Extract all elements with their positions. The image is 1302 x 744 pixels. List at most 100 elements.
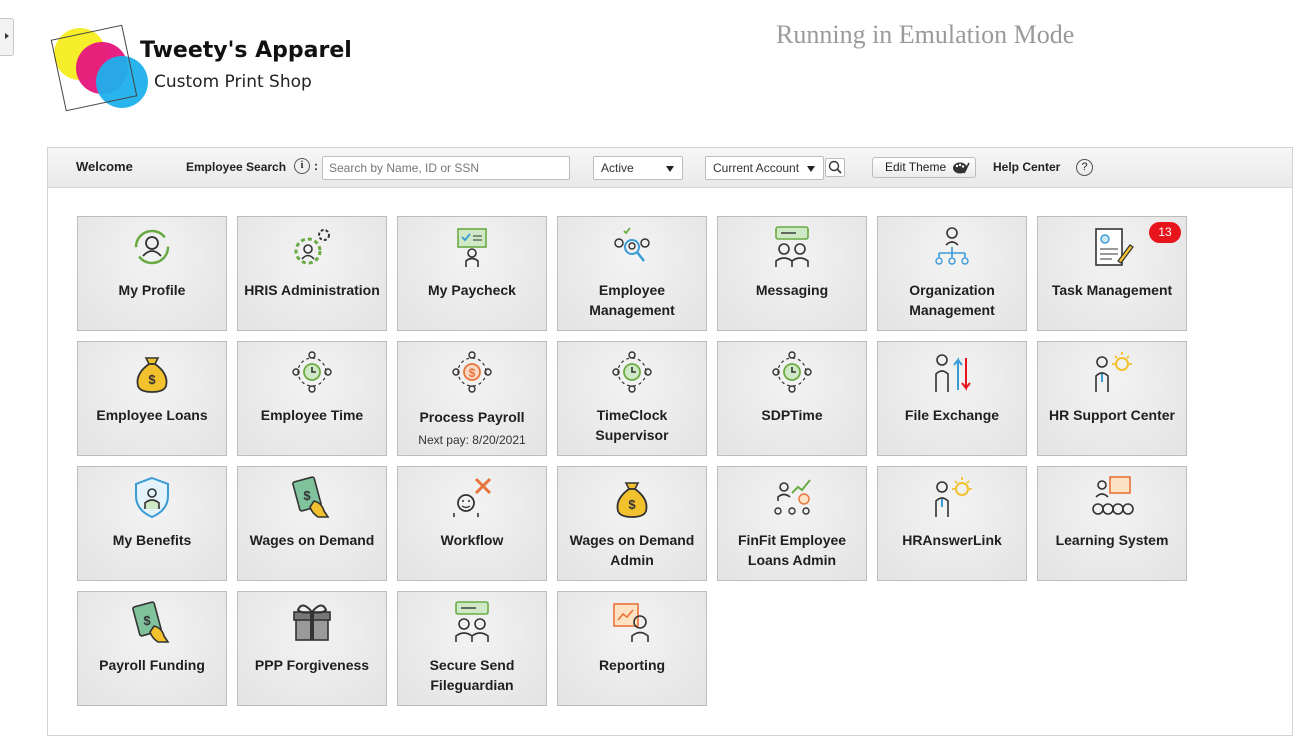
tile-secure-send-fileguardian[interactable]: Secure Send Fileguardian bbox=[397, 591, 547, 706]
tile-hr-support-center[interactable]: HR Support Center bbox=[1037, 341, 1187, 456]
cash-hand-icon: $ bbox=[292, 476, 330, 518]
tile-label: Task Management bbox=[1051, 282, 1173, 298]
presentation-icon bbox=[1092, 476, 1134, 515]
tile-reporting[interactable]: Reporting bbox=[557, 591, 707, 706]
shield-person-icon bbox=[135, 476, 169, 519]
tile-label: Secure Send Fileguardian bbox=[429, 657, 515, 693]
tile-label: My Profile bbox=[118, 282, 186, 298]
status-select[interactable]: Active bbox=[593, 156, 683, 180]
money-bag-icon: $ bbox=[616, 482, 648, 518]
palette-icon bbox=[953, 162, 970, 174]
help-center-link[interactable]: Help Center bbox=[993, 160, 1060, 174]
tile-my-benefits[interactable]: My Benefits bbox=[77, 466, 227, 581]
svg-text:$: $ bbox=[148, 372, 156, 387]
tile-label: SDPTime bbox=[761, 407, 823, 423]
employee-search-input[interactable] bbox=[322, 156, 570, 180]
sidebar-toggle-button[interactable] bbox=[0, 18, 14, 56]
org-chart-icon bbox=[935, 227, 969, 265]
tile-label: Wages on Demand bbox=[249, 532, 375, 548]
tile-label: HRAnswerLink bbox=[902, 532, 1002, 548]
tile-hranswerlink[interactable]: HRAnswerLink bbox=[877, 466, 1027, 581]
help-icon[interactable]: ? bbox=[1076, 159, 1093, 176]
tile-payroll-funding[interactable]: $ Payroll Funding bbox=[77, 591, 227, 706]
tile-file-exchange[interactable]: File Exchange bbox=[877, 341, 1027, 456]
tile-hris-administration[interactable]: HRIS Administration bbox=[237, 216, 387, 331]
tile-label: Employee Management bbox=[589, 282, 675, 318]
brand-title: Tweety's Apparel bbox=[140, 38, 352, 63]
tile-learning-system[interactable]: Learning System bbox=[1037, 466, 1187, 581]
idea-person-icon bbox=[1095, 352, 1132, 392]
tile-employee-management[interactable]: Employee Management bbox=[557, 216, 707, 331]
paycheck-icon bbox=[457, 228, 487, 267]
tile-ppp-forgiveness[interactable]: PPP Forgiveness bbox=[237, 591, 387, 706]
welcome-link[interactable]: Welcome bbox=[76, 159, 133, 174]
employee-search-label: Employee Search bbox=[186, 160, 287, 174]
workflow-tools-icon bbox=[453, 477, 492, 517]
tile-label: TimeClock Supervisor bbox=[595, 407, 669, 443]
tile-sdptime[interactable]: SDPTime bbox=[717, 341, 867, 456]
file-exchange-icon bbox=[935, 354, 971, 392]
messaging-icon bbox=[775, 226, 809, 267]
svg-text:$: $ bbox=[628, 497, 636, 512]
payroll-cycle-icon: $ bbox=[452, 351, 492, 393]
tile-label: FinFit Employee Loans Admin bbox=[737, 532, 847, 568]
tile-label: Employee Time bbox=[260, 407, 364, 423]
info-icon[interactable]: i bbox=[294, 158, 310, 174]
tile-label: My Paycheck bbox=[428, 282, 516, 298]
clock-people-icon bbox=[612, 351, 652, 393]
growth-chart-icon bbox=[774, 479, 811, 515]
cash-hand-icon: $ bbox=[132, 601, 170, 643]
tile-wages-on-demand[interactable]: $ Wages on Demand bbox=[237, 466, 387, 581]
report-board-icon bbox=[613, 603, 649, 642]
svg-text:$: $ bbox=[469, 366, 476, 380]
search-colon: : bbox=[314, 159, 318, 173]
task-document-icon bbox=[1095, 228, 1134, 266]
edit-theme-label: Edit Theme bbox=[885, 160, 947, 174]
tile-employee-loans[interactable]: $ Employee Loans bbox=[77, 341, 227, 456]
search-button[interactable] bbox=[825, 158, 845, 177]
messaging-icon bbox=[455, 601, 489, 642]
tile-label: Organization Management bbox=[909, 282, 995, 318]
tile-finfit-employee-loans-admin[interactable]: FinFit Employee Loans Admin bbox=[717, 466, 867, 581]
tile-my-profile[interactable]: My Profile bbox=[77, 216, 227, 331]
tile-label: My Benefits bbox=[112, 532, 192, 548]
account-select[interactable]: Current Account bbox=[705, 156, 824, 180]
tile-label: PPP Forgiveness bbox=[254, 657, 370, 673]
idea-person-icon bbox=[935, 477, 972, 517]
logo-mark-icon bbox=[50, 24, 148, 112]
toolbar: Welcome Employee Search i : Active Curre… bbox=[48, 148, 1292, 188]
tile-label: HR Support Center bbox=[1049, 407, 1175, 423]
tile-timeclock-supervisor[interactable]: TimeClock Supervisor bbox=[557, 341, 707, 456]
clock-people-icon bbox=[772, 351, 812, 393]
tile-employee-time[interactable]: Employee Time bbox=[237, 341, 387, 456]
tile-my-paycheck[interactable]: My Paycheck bbox=[397, 216, 547, 331]
notification-badge: 13 bbox=[1149, 222, 1181, 243]
tile-task-management[interactable]: Task Management 13 bbox=[1037, 216, 1187, 331]
money-bag-icon: $ bbox=[136, 357, 168, 393]
gear-person-icon bbox=[294, 229, 330, 265]
tile-organization-management[interactable]: Organization Management bbox=[877, 216, 1027, 331]
brand-subtitle: Custom Print Shop bbox=[154, 72, 312, 92]
emulation-mode-text: Running in Emulation Mode bbox=[776, 20, 1075, 49]
tile-wages-on-demand-admin[interactable]: $ Wages on Demand Admin bbox=[557, 466, 707, 581]
main-panel: Welcome Employee Search i : Active Curre… bbox=[47, 147, 1293, 736]
magnifier-icon bbox=[828, 160, 842, 174]
svg-text:$: $ bbox=[143, 613, 151, 628]
tile-label: Reporting bbox=[598, 657, 666, 673]
tile-label: File Exchange bbox=[904, 407, 1000, 423]
tile-label: HRIS Administration bbox=[244, 282, 380, 298]
edit-theme-button[interactable]: Edit Theme bbox=[872, 157, 976, 178]
profile-refresh-icon bbox=[134, 229, 170, 265]
tile-label: Wages on Demand Admin bbox=[569, 532, 695, 568]
tile-process-payroll[interactable]: $ Process Payroll Next pay: 8/20/2021 bbox=[397, 341, 547, 456]
employee-search-icon bbox=[614, 227, 650, 262]
tile-label: Learning System bbox=[1055, 532, 1169, 548]
svg-text:$: $ bbox=[303, 488, 311, 503]
tile-subtext: Next pay: 8/20/2021 bbox=[418, 433, 526, 447]
tile-label: Payroll Funding bbox=[99, 657, 205, 673]
tile-messaging[interactable]: Messaging bbox=[717, 216, 867, 331]
tile-label: Messaging bbox=[755, 282, 829, 298]
tile-label: Workflow bbox=[440, 532, 504, 548]
tile-label: Process Payroll bbox=[419, 409, 525, 425]
tile-workflow[interactable]: Workflow bbox=[397, 466, 547, 581]
